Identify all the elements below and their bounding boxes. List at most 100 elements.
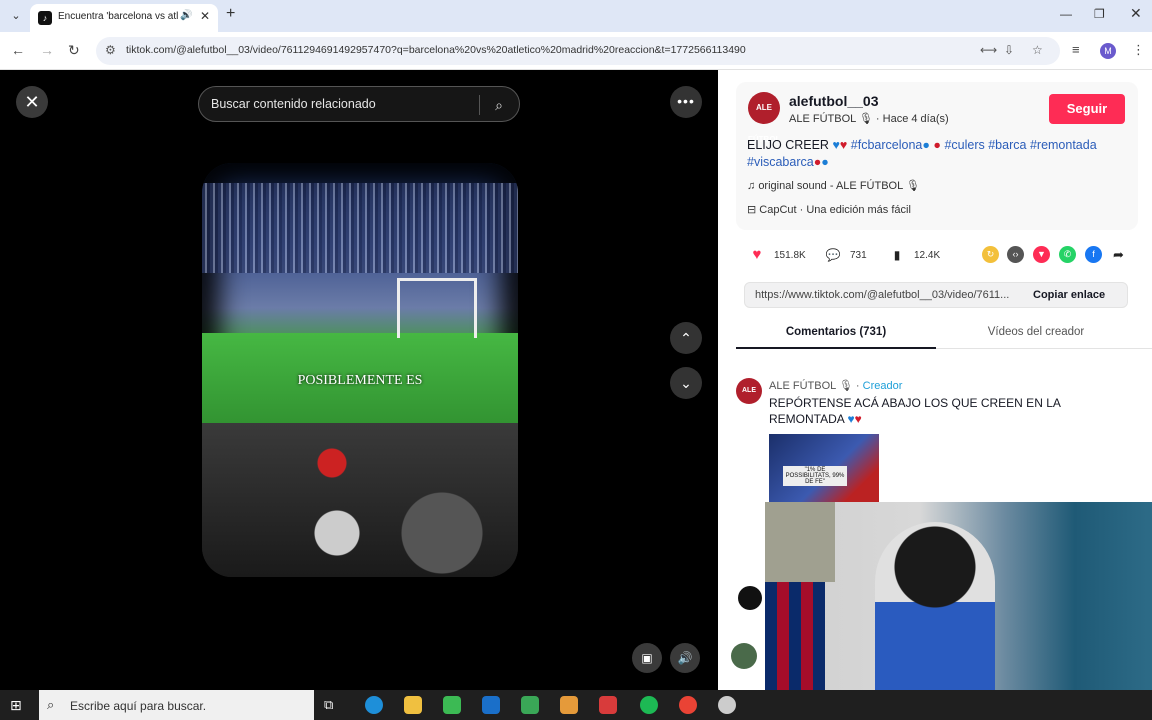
hashtag-link[interactable]: #culers <box>944 138 984 152</box>
new-tab-icon[interactable]: + <box>226 5 235 23</box>
comment-body: REPÓRTENSE ACÁ ABAJO LOS QUE CREEN EN LA… <box>769 396 1061 426</box>
chrome-icon[interactable] <box>679 696 697 714</box>
browser-tab[interactable]: ♪ Encuentra 'barcelona vs atle 🔊 ✕ <box>30 4 218 32</box>
install-app-icon[interactable]: ⇩ <box>1004 43 1014 57</box>
taskbar-search[interactable]: ⌕ Escribe aquí para buscar. <box>39 690 314 720</box>
bookmark-icon[interactable]: ▮ <box>888 246 906 264</box>
whatsapp-share-icon[interactable]: ✆ <box>1059 246 1076 263</box>
tab-creator-videos[interactable]: Vídeos del creador <box>936 318 1136 349</box>
red-circle-emoji: ● <box>933 138 941 152</box>
search-icon[interactable]: ⌕ <box>487 93 511 117</box>
comment-icon[interactable]: 💬 <box>824 246 842 264</box>
capcut-row[interactable]: ⊟ CapCut · Una edición más fácil <box>747 203 911 216</box>
tab-search-dropdown-icon[interactable]: ⌄ <box>6 7 26 25</box>
red-heart-emoji: ♥ <box>854 412 862 426</box>
video-goal-visual <box>397 278 477 338</box>
comment-item: ALE FÚTBOL ALE FÚTBOL 🎙 · Creador REPÓRT… <box>736 376 1136 506</box>
video-pane: ✕ Buscar contenido relacionado ⌕ ••• POS… <box>0 70 718 690</box>
taskbar-search-input[interactable]: Escribe aquí para buscar. <box>70 699 206 713</box>
repost-share-icon[interactable]: ↻ <box>982 246 999 263</box>
volume-icon[interactable]: 🔊 <box>670 643 700 673</box>
follow-button[interactable]: Seguir <box>1049 94 1125 124</box>
back-icon[interactable]: ← <box>11 42 25 58</box>
friends-share-icon[interactable]: ▼ <box>1033 246 1050 263</box>
comment-author[interactable]: ALE FÚTBOL 🎙 <box>769 380 853 392</box>
tab-title: Encuentra 'barcelona vs atle <box>58 11 178 22</box>
taskbar-search-icon: ⌕ <box>47 697 55 712</box>
site-info-icon[interactable]: ⚙ <box>105 43 116 57</box>
comment-image-text: "1% DE POSSIBILITATS, 99% DE FE" <box>783 466 847 486</box>
sound-row[interactable]: ♫ original sound - ALE FÚTBOL 🎙 <box>747 179 920 192</box>
forward-icon[interactable]: → <box>40 42 54 58</box>
video-caption: POSIBLEMENTE ES <box>297 373 423 388</box>
audio-playing-icon[interactable]: 🔊 <box>180 10 192 21</box>
hashtag-link[interactable]: #fcbarcelona <box>851 138 923 152</box>
window-close-icon[interactable]: ✕ <box>1130 5 1142 22</box>
app-icon[interactable] <box>560 696 578 714</box>
bookmark-star-icon[interactable]: ☆ <box>1032 43 1043 57</box>
window-minimize-icon[interactable]: — <box>1060 7 1072 21</box>
creator-nickname-date: ALE FÚTBOL 🎙 · Hace 4 día(s) <box>789 113 949 125</box>
translate-icon[interactable]: ⟷ <box>980 43 997 57</box>
share-link-box: https://www.tiktok.com/@alefutbol__03/vi… <box>744 282 1128 308</box>
facebook-share-icon[interactable]: f <box>1085 246 1102 263</box>
address-bar[interactable]: ⚙ tiktok.com/@alefutbol__03/video/761129… <box>96 37 1060 65</box>
store-icon[interactable] <box>443 696 461 714</box>
app-icon[interactable] <box>521 696 539 714</box>
tab-comments[interactable]: Comentarios (731) <box>736 318 936 349</box>
post-info-card: ALE FÚTBOL alefutbol__03 ALE FÚTBOL 🎙 · … <box>736 82 1138 230</box>
spotify-icon[interactable] <box>640 696 658 714</box>
blue-circle-emoji: ● <box>821 155 829 169</box>
browser-tabstrip: ⌄ ♪ Encuentra 'barcelona vs atle 🔊 ✕ + —… <box>0 0 1152 32</box>
commenter-avatar[interactable] <box>731 643 757 669</box>
creator-username[interactable]: alefutbol__03 <box>789 93 878 109</box>
related-search-input[interactable]: Buscar contenido relacionado <box>211 97 471 111</box>
creator-avatar[interactable]: ALE FÚTBOL <box>748 92 780 144</box>
share-link-url[interactable]: https://www.tiktok.com/@alefutbol__03/vi… <box>755 289 1025 301</box>
windows-start-icon[interactable]: ⊞ <box>10 697 22 714</box>
search-divider <box>479 95 480 115</box>
description-text: ELIJO CREER <box>747 138 829 152</box>
tab-close-icon[interactable]: ✕ <box>200 9 210 23</box>
window-restore-icon[interactable]: ❐ <box>1094 7 1105 21</box>
app-icon[interactable] <box>599 696 617 714</box>
windows-taskbar: ⊞ ⌕ Escribe aquí para buscar. ⧉ <box>0 690 1152 720</box>
previous-video-icon[interactable]: ⌃ <box>670 322 702 354</box>
post-description: ELIJO CREER ♥♥ #fcbarcelona● ● #culers #… <box>747 137 1117 171</box>
reload-icon[interactable]: ↻ <box>68 42 80 59</box>
edge-icon[interactable] <box>365 696 383 714</box>
reading-list-icon[interactable]: ≡ <box>1072 42 1080 57</box>
related-search-bar[interactable]: Buscar contenido relacionado ⌕ <box>198 86 520 122</box>
sound-name[interactable]: original sound - ALE FÚTBOL 🎙 <box>758 180 920 192</box>
picture-in-picture-icon[interactable]: ▣ <box>632 643 662 673</box>
comment-text: REPÓRTENSE ACÁ ABAJO LOS QUE CREEN EN LA… <box>769 395 1079 427</box>
next-video-icon[interactable]: ⌄ <box>670 367 702 399</box>
video-crowd-visual <box>202 183 518 273</box>
comment-image[interactable]: "1% DE POSSIBILITATS, 99% DE FE" <box>769 434 879 504</box>
comment-count: 731 <box>850 250 867 261</box>
hashtag-link[interactable]: #remontada <box>1030 138 1097 152</box>
close-video-icon[interactable]: ✕ <box>16 86 48 118</box>
blue-heart-emoji: ♥ <box>847 412 855 426</box>
hashtag-link[interactable]: #viscabarca <box>747 155 814 169</box>
panel-tabs: Comentarios (731) Vídeos del creador <box>736 318 1152 349</box>
profile-avatar[interactable]: M <box>1100 43 1116 59</box>
more-options-icon[interactable]: ••• <box>670 86 702 118</box>
like-icon[interactable]: ♥ <box>748 246 766 264</box>
screen: ⌄ ♪ Encuentra 'barcelona vs atle 🔊 ✕ + —… <box>0 0 1152 720</box>
comment-avatar[interactable]: ALE FÚTBOL <box>736 378 764 420</box>
browser-menu-icon[interactable]: ⋮ <box>1132 42 1145 58</box>
capcut-label[interactable]: CapCut · Una edición más fácil <box>759 204 911 216</box>
mail-icon[interactable] <box>482 696 500 714</box>
hashtag-link[interactable]: #barca <box>988 138 1026 152</box>
app-icon[interactable] <box>718 696 736 714</box>
capcut-icon: ⊟ <box>747 204 757 216</box>
copy-link-button[interactable]: Copiar enlace <box>1033 289 1105 301</box>
embed-share-icon[interactable]: ‹› <box>1007 246 1024 263</box>
video-player[interactable]: POSIBLEMENTE ES <box>202 163 518 577</box>
more-share-icon[interactable]: ➦ <box>1110 246 1127 263</box>
file-explorer-icon[interactable] <box>404 696 422 714</box>
url-text[interactable]: tiktok.com/@alefutbol__03/video/76112946… <box>126 44 746 56</box>
music-note-icon: ♫ <box>747 180 756 192</box>
task-view-icon[interactable]: ⧉ <box>324 697 342 715</box>
